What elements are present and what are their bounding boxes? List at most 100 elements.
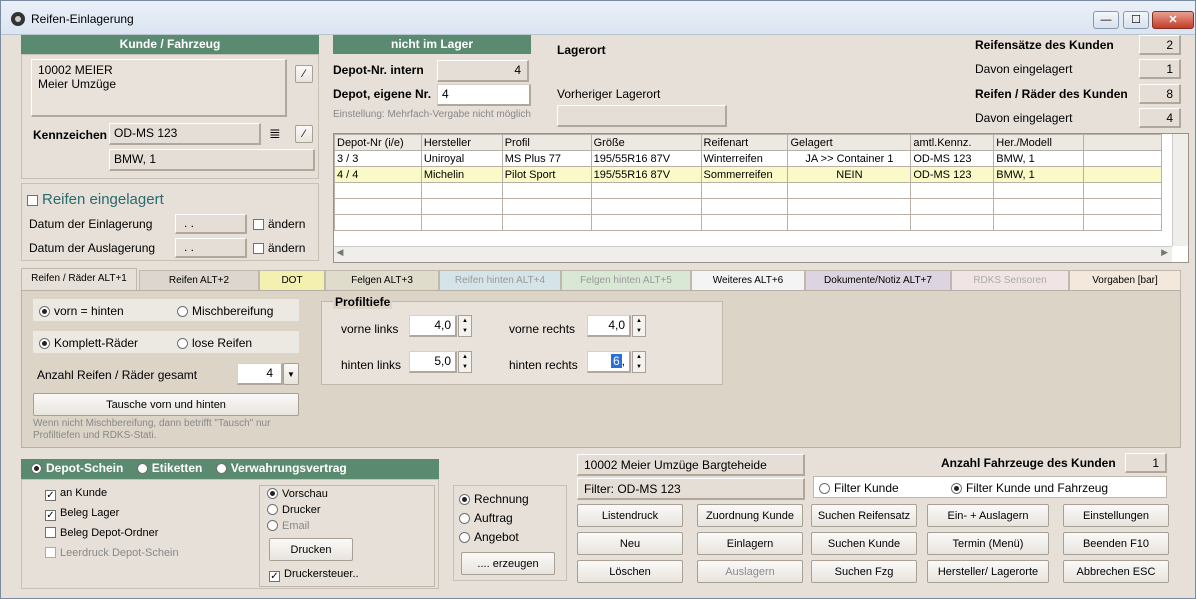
check-beleg-lager[interactable]: ✓ Beleg Lager bbox=[45, 507, 119, 521]
davon2-value: 4 bbox=[1139, 108, 1181, 128]
maximize-button[interactable]: ☐ bbox=[1123, 11, 1149, 29]
tab-felgen[interactable]: Felgen ALT+3 bbox=[325, 270, 439, 290]
radio-rechnung[interactable]: Rechnung bbox=[459, 492, 529, 506]
radio-filter-kunde-fzg[interactable]: Filter Kunde und Fahrzeug bbox=[951, 481, 1108, 495]
aendern-aus[interactable]: ändern bbox=[253, 241, 305, 255]
tab-reifen[interactable]: Reifen ALT+2 bbox=[139, 270, 259, 290]
table-row-empty bbox=[334, 214, 1162, 231]
col-depot[interactable]: Depot-Nr (i/e) bbox=[334, 134, 422, 151]
einlagerung-title[interactable]: Reifen eingelagert bbox=[27, 191, 164, 208]
radio-angebot[interactable]: Angebot bbox=[459, 530, 519, 544]
radio-verwahrung[interactable]: Verwahrungsvertrag bbox=[215, 461, 347, 475]
depot-intern-field: 4 bbox=[437, 60, 529, 82]
anzahl-select[interactable]: 4 bbox=[237, 363, 283, 385]
tab-dot[interactable]: DOT bbox=[259, 270, 325, 290]
listendruck-button[interactable]: Listendruck bbox=[577, 504, 683, 527]
fahrzeug-field[interactable]: BMW, 1 bbox=[109, 149, 315, 171]
radio-etiketten[interactable]: Etiketten bbox=[136, 461, 202, 475]
edit-kunde-icon[interactable]: ⁄ bbox=[295, 65, 313, 83]
beenden-button[interactable]: Beenden F10 bbox=[1063, 532, 1169, 555]
tab-rdks[interactable]: RDKS Sensoren bbox=[951, 270, 1069, 290]
vorheriger-lagerort-field bbox=[557, 105, 727, 127]
col-reifenart[interactable]: Reifenart bbox=[700, 134, 789, 151]
check-beleg-ordner[interactable]: Beleg Depot-Ordner bbox=[45, 527, 158, 539]
col-profil[interactable]: Profil bbox=[501, 134, 592, 151]
radio-misch[interactable]: Mischbereifung bbox=[177, 304, 273, 318]
cell: BMW, 1 bbox=[993, 150, 1085, 167]
radio-filter-kunde[interactable]: Filter Kunde bbox=[819, 481, 899, 495]
table-row-selected[interactable]: 4 / 4 Michelin Pilot Sport 195/55R16 87V… bbox=[334, 166, 1162, 183]
vertical-scrollbar[interactable] bbox=[1172, 134, 1188, 246]
tab-reifen-raeder[interactable]: Reifen / Räder ALT+1 bbox=[21, 268, 137, 290]
termin-button[interactable]: Termin (Menü) bbox=[927, 532, 1049, 555]
tab-felgen-hinten[interactable]: Felgen hinten ALT+5 bbox=[561, 270, 691, 290]
radio-auftrag[interactable]: Auftrag bbox=[459, 511, 513, 525]
abbrechen-button[interactable]: Abbrechen ESC bbox=[1063, 560, 1169, 583]
radio-depot-schein[interactable]: Depot-Schein bbox=[31, 461, 123, 475]
loeschen-button[interactable]: Löschen bbox=[577, 560, 683, 583]
radio-lose[interactable]: lose Reifen bbox=[177, 336, 252, 350]
vr-input[interactable]: 4,0 bbox=[587, 315, 631, 337]
tab-vorgaben[interactable]: Vorgaben [bar] bbox=[1069, 270, 1181, 290]
datum-ein-field[interactable]: . . bbox=[175, 214, 247, 234]
drucken-button[interactable]: Drucken bbox=[269, 538, 353, 561]
reifen-table[interactable]: Depot-Nr (i/e) Hersteller Profil Größe R… bbox=[333, 133, 1189, 263]
close-button[interactable]: ✕ bbox=[1152, 11, 1194, 29]
filter-field: Filter: OD-MS 123 bbox=[577, 478, 805, 500]
vl-spinner[interactable]: ▲ ▼ bbox=[458, 315, 472, 337]
depot-eigene-label: Depot, eigene Nr. bbox=[333, 87, 432, 101]
table-row[interactable]: 3 / 3 Uniroyal MS Plus 77 195/55R16 87V … bbox=[334, 150, 1162, 167]
radio-drucker[interactable]: Drucker bbox=[267, 504, 321, 516]
horizontal-scrollbar[interactable]: ◀ ▶ bbox=[334, 246, 1172, 262]
einstellungen-button[interactable]: Einstellungen bbox=[1063, 504, 1169, 527]
aendern-ein[interactable]: ändern bbox=[253, 217, 305, 231]
depot-intern-label: Depot-Nr. intern bbox=[333, 63, 424, 77]
radio-vorschau[interactable]: Vorschau bbox=[267, 488, 328, 500]
col-gelagert[interactable]: Gelagert bbox=[787, 134, 912, 151]
radio-vorn-hinten[interactable]: vorn = hinten bbox=[39, 304, 124, 318]
suchen-kunde-button[interactable]: Suchen Kunde bbox=[811, 532, 917, 555]
tab-dokumente[interactable]: Dokumente/Notiz ALT+7 bbox=[805, 270, 951, 290]
hl-spinner[interactable]: ▲ ▼ bbox=[458, 351, 472, 373]
tab-weiteres[interactable]: Weiteres ALT+6 bbox=[691, 270, 805, 290]
einlagern-button[interactable]: Einlagern bbox=[697, 532, 803, 555]
radio-komplett[interactable]: Komplett-Räder bbox=[39, 336, 138, 350]
reifen-grid[interactable]: Depot-Nr (i/e) Hersteller Profil Größe R… bbox=[334, 134, 1162, 231]
vr-spinner[interactable]: ▲ ▼ bbox=[632, 315, 646, 337]
kunde-address[interactable]: 10002 MEIER Meier Umzüge bbox=[31, 59, 287, 117]
vr-label: vorne rechts bbox=[509, 322, 576, 336]
col-hersteller[interactable]: Hersteller bbox=[420, 134, 503, 151]
kennzeichen-field[interactable]: OD-MS 123 bbox=[109, 123, 261, 145]
datum-aus-field[interactable]: . . bbox=[175, 238, 247, 258]
neu-button[interactable]: Neu bbox=[577, 532, 683, 555]
eingelagert-checkbox[interactable] bbox=[27, 195, 38, 206]
radio-email[interactable]: Email bbox=[267, 520, 310, 532]
depot-eigene-input[interactable]: 4 bbox=[437, 84, 531, 106]
hr-value-selected: 6 bbox=[610, 354, 622, 368]
suchen-fzg-button[interactable]: Suchen Fzg bbox=[811, 560, 917, 583]
col-modell[interactable]: Her./Modell bbox=[993, 134, 1085, 151]
fahrzeuge-count-label: Anzahl Fahrzeuge des Kunden bbox=[941, 456, 1116, 470]
suchen-reifensatz-button[interactable]: Suchen Reifensatz bbox=[811, 504, 917, 527]
check-druckersteuer[interactable]: ✓ Druckersteuer.. bbox=[269, 568, 359, 582]
erzeugen-button[interactable]: .... erzeugen bbox=[461, 552, 555, 575]
hl-input[interactable]: 5,0 bbox=[409, 351, 457, 373]
minimize-button[interactable]: — bbox=[1093, 11, 1119, 29]
chevron-down-icon[interactable]: ▼ bbox=[283, 363, 299, 385]
auslagern-button[interactable]: Auslagern bbox=[697, 560, 803, 583]
zuordnung-kunde-button[interactable]: Zuordnung Kunde bbox=[697, 504, 803, 527]
check-leerdruck[interactable]: Leerdruck Depot-Schein bbox=[45, 547, 179, 559]
col-groesse[interactable]: Größe bbox=[590, 134, 702, 151]
tausch-button[interactable]: Tausche vorn und hinten bbox=[33, 393, 299, 416]
list-icon[interactable]: ≣ bbox=[269, 125, 281, 142]
col-kennz[interactable]: amtl.Kennz. bbox=[910, 134, 995, 151]
check-an-kunde[interactable]: ✓ an Kunde bbox=[45, 487, 107, 501]
vl-input[interactable]: 4,0 bbox=[409, 315, 457, 337]
hersteller-lagerorte-button[interactable]: Hersteller/ Lagerorte bbox=[927, 560, 1049, 583]
tab-reifen-hinten[interactable]: Reifen hinten ALT+4 bbox=[439, 270, 561, 290]
cell bbox=[1083, 166, 1162, 183]
hr-spinner[interactable]: ▲ ▼ bbox=[632, 351, 646, 373]
ein-auslagern-button[interactable]: Ein- + Auslagern bbox=[927, 504, 1049, 527]
hr-input[interactable]: 6, bbox=[587, 351, 631, 373]
edit-kennzeichen-icon[interactable]: ⁄ bbox=[295, 125, 313, 143]
